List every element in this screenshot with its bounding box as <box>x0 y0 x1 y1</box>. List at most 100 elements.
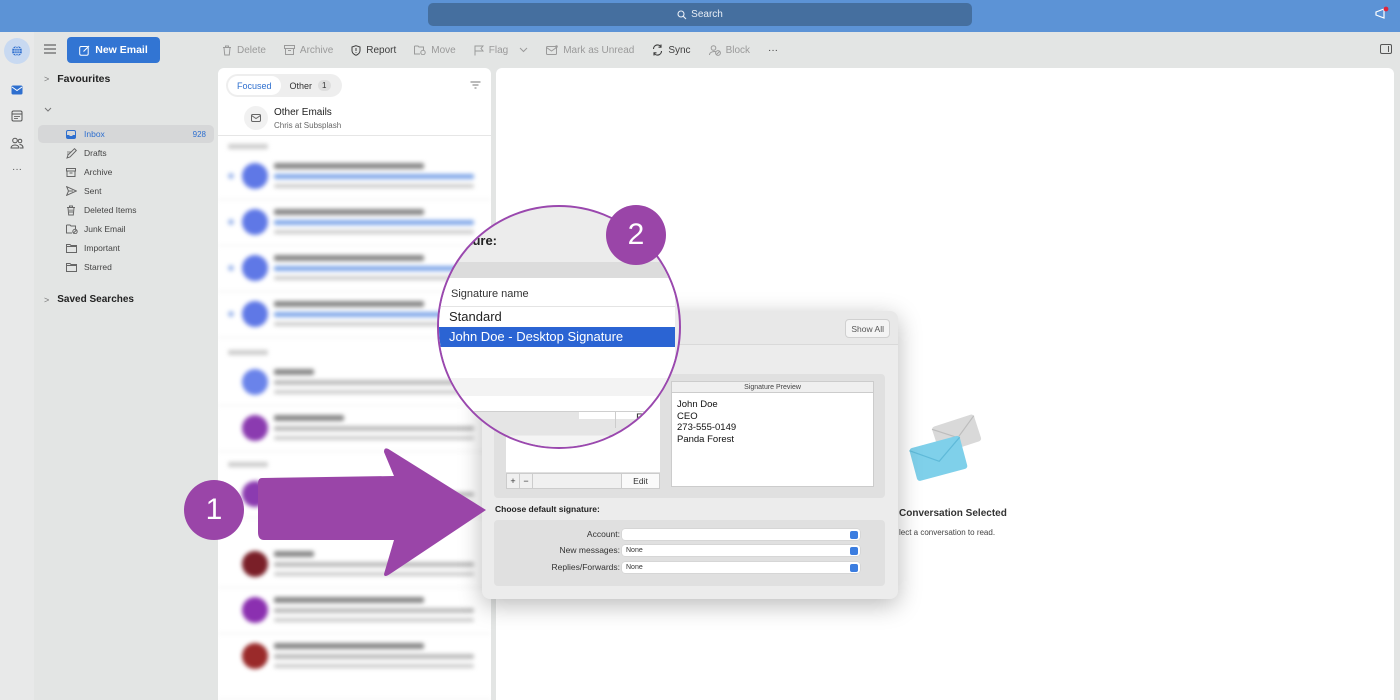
list-item[interactable] <box>218 634 491 700</box>
choose-default-label: Choose default signature: <box>495 504 600 514</box>
report-button[interactable]: Report <box>351 45 396 56</box>
chevron-down-icon[interactable] <box>519 47 528 53</box>
folder-drafts[interactable]: Drafts <box>38 144 214 162</box>
filter-icon[interactable] <box>470 81 481 89</box>
archive-button[interactable]: Archive <box>283 45 333 56</box>
preview-line: 273-555-0149 <box>677 422 737 433</box>
folder-icon <box>66 243 77 253</box>
folder-junk-email[interactable]: Junk Email <box>38 220 214 238</box>
move-button[interactable]: Move <box>414 45 456 56</box>
preview-line: Panda Forest <box>677 433 735 445</box>
favourites-header[interactable]: > Favourites <box>44 73 110 85</box>
chevron-down-icon <box>44 107 52 112</box>
megaphone-icon[interactable] <box>1374 6 1390 22</box>
add-signature-button[interactable]: + <box>507 474 520 488</box>
archive-icon <box>283 45 295 55</box>
rail-globe[interactable] <box>4 38 30 64</box>
rail-mail[interactable] <box>4 77 30 103</box>
app-rail: ··· <box>0 32 34 700</box>
account-select[interactable] <box>622 529 860 540</box>
new-messages-select[interactable]: None <box>622 545 860 556</box>
envelopes-illustration-icon <box>909 414 982 481</box>
folder-icon <box>66 262 77 272</box>
block-button[interactable]: Block <box>708 45 750 56</box>
other-count-badge: 1 <box>318 80 331 91</box>
replies-forwards-select[interactable]: None <box>622 562 860 573</box>
magnified-selection-fragment <box>645 412 663 424</box>
chevron-right-icon: > <box>44 74 50 84</box>
tab-other[interactable]: Other 1 <box>281 76 340 95</box>
magnified-signature-list: Signature name Standard John Doe - Deskt… <box>439 278 675 411</box>
calendar-icon <box>11 110 23 122</box>
folder-deleted-items[interactable]: Deleted Items <box>38 201 214 219</box>
signature-item-selected[interactable]: John Doe - Desktop Signature <box>439 327 675 347</box>
chevron-right-icon: > <box>44 294 50 305</box>
hamburger-menu-icon[interactable] <box>43 42 57 56</box>
folder-important[interactable]: Important <box>38 239 214 257</box>
select-stepper-icon <box>850 530 858 539</box>
more-icon: ··· <box>12 163 22 175</box>
shield-icon <box>351 44 361 56</box>
new-email-button[interactable]: New Email <box>67 37 160 63</box>
signature-name-header: Signature name <box>451 288 529 300</box>
folder-move-icon <box>414 45 426 55</box>
step-1-badge: 1 <box>184 480 244 540</box>
search-placeholder: Search <box>691 9 723 20</box>
rail-more[interactable]: ··· <box>4 156 30 182</box>
sync-icon <box>653 44 663 56</box>
people-icon <box>10 137 24 149</box>
title-bar: Search <box>0 0 1400 32</box>
flag-button[interactable]: Flag <box>474 45 528 56</box>
mail-icon <box>11 85 23 95</box>
divider <box>439 306 675 307</box>
trash-icon <box>67 205 75 215</box>
avatar <box>242 255 268 281</box>
folder-sent[interactable]: Sent <box>38 182 214 200</box>
envelope-dot-icon <box>546 45 558 55</box>
more-actions-button[interactable]: ··· <box>768 45 778 56</box>
folder-archive[interactable]: Archive <box>38 163 214 181</box>
select-stepper-icon <box>850 546 858 555</box>
signature-item-standard[interactable]: Standard <box>449 309 502 324</box>
flag-icon <box>474 45 484 55</box>
sync-button[interactable]: Sync <box>652 44 691 56</box>
magnified-band <box>439 262 679 278</box>
avatar <box>242 301 268 327</box>
folder-pane: > Favourites Inbox 928 Drafts Archive Se… <box>34 66 218 700</box>
avatar <box>242 369 268 395</box>
avatar <box>242 209 268 235</box>
delete-button[interactable]: Delete <box>222 45 266 56</box>
search-box[interactable]: Search <box>428 3 972 26</box>
send-icon <box>66 186 77 196</box>
remove-signature-button[interactable]: − <box>520 474 533 488</box>
avatar <box>242 163 268 189</box>
default-signature-settings: Account: New messages: None Replies/Forw… <box>494 520 885 586</box>
saved-searches-header[interactable]: > Saved Searches <box>44 294 134 305</box>
show-all-button[interactable]: Show All <box>845 319 890 338</box>
other-emails-row[interactable]: Other Emails Chris at Subsplash <box>218 102 491 136</box>
magnified-remove-button[interactable]: — <box>469 416 482 431</box>
list-item[interactable] <box>218 154 491 200</box>
avatar <box>242 597 268 623</box>
list-item[interactable] <box>218 588 491 634</box>
inbox-icon <box>66 129 76 139</box>
edit-signature-button[interactable]: Edit <box>621 474 659 488</box>
search-icon <box>677 9 687 19</box>
empty-state-subtitle: lect a conversation to read. <box>899 528 996 537</box>
folder-starred[interactable]: Starred <box>38 258 214 276</box>
avatar <box>242 643 268 669</box>
mark-as-unread-button[interactable]: Mark as Unread <box>546 45 634 56</box>
globe-icon <box>12 45 22 57</box>
avatar <box>242 415 268 441</box>
trash-icon <box>223 45 231 55</box>
account-header[interactable] <box>44 107 52 112</box>
reading-pane-toggle-icon[interactable] <box>1380 44 1392 54</box>
signature-preview: Signature Preview John Doe CEO 273-555-0… <box>671 381 874 487</box>
rail-people[interactable] <box>4 130 30 156</box>
signature-list-footer: + − Edit <box>506 473 660 489</box>
rail-calendar[interactable] <box>4 103 30 129</box>
tab-focused[interactable]: Focused <box>228 76 281 95</box>
group-header <box>228 144 268 149</box>
folder-inbox[interactable]: Inbox 928 <box>38 125 214 143</box>
preview-line: John Doe <box>677 399 718 410</box>
